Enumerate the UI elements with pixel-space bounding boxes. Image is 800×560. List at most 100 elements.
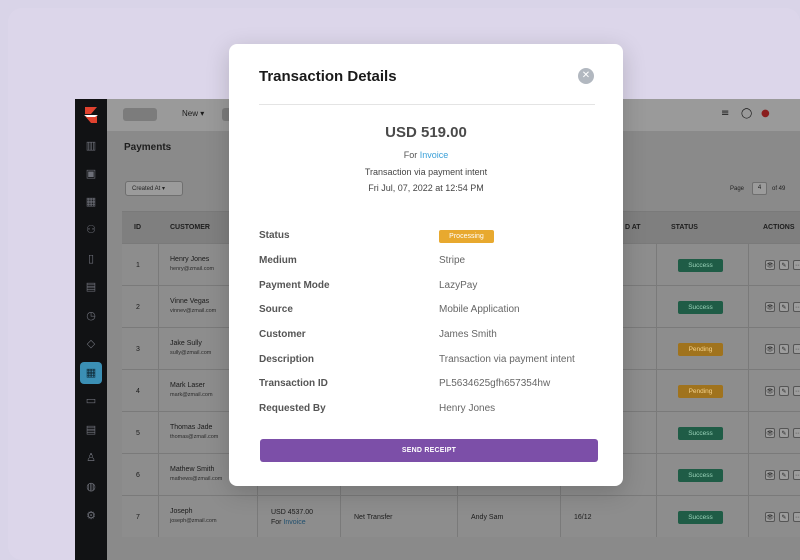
new-dropdown[interactable]: New ▾ [182,109,204,118]
edit-icon[interactable]: ✎ [779,470,789,480]
column-divider [656,286,657,327]
chart-icon[interactable]: ▥ [84,139,98,153]
header-id[interactable]: ID [134,224,141,231]
table-row[interactable]: 7 Joseph joseph@zmail.com USD 4537.00 Net Tr… [122,495,800,537]
more-icon[interactable]: ⋯ [793,428,800,438]
edit-icon[interactable]: ✎ [779,260,789,270]
edit-icon[interactable]: ✎ [779,386,789,396]
file-icon[interactable]: ▭ [84,394,98,408]
value-payment-mode: LazyPay [439,280,478,291]
view-icon[interactable]: 👁 [765,260,775,270]
page-input[interactable]: 4 [752,182,767,195]
transaction-date: Fri Jul, 07, 2022 at 12:54 PM [368,183,484,193]
edit-icon[interactable]: ✎ [779,344,789,354]
row-payment-mode: Net Transfer [354,514,393,521]
status-badge: Success [678,259,723,272]
map-icon[interactable]: ▤ [84,280,98,294]
customer-email: henry@zmail.com [170,266,215,272]
column-divider [158,412,159,453]
value-requested-by: Henry Jones [439,403,496,414]
for-prefix: For [403,150,418,160]
edit-icon[interactable]: ✎ [779,512,789,522]
status-badge: Pending [678,385,723,398]
chevron-down-icon: ▾ [162,186,166,192]
row-amount: USD 4537.00 [271,509,314,516]
page-title: Payments [124,142,172,153]
sidebar: ▥ ▣ ▦ ⚇ ▯ ▤ ◷ ◇ ▦ ▭ ▤ ♙ ◍ ⚙ [75,99,107,560]
more-icon[interactable]: ⋯ [793,470,800,480]
view-icon[interactable]: 👁 [765,302,775,312]
globe-icon[interactable]: ◍ [84,480,98,494]
row-id: 1 [136,262,140,269]
header-customer[interactable]: CUSTOMER [170,224,210,231]
status-badge: Processing [439,230,494,243]
user-icon[interactable]: ♙ [84,451,98,465]
clock-icon[interactable]: ◷ [84,309,98,323]
more-icon[interactable]: ⋯ [793,512,800,522]
created-at-filter[interactable]: Created At ▾ [125,181,183,196]
row-id: 4 [136,388,140,395]
send-receipt-button[interactable]: SEND RECEIPT [260,439,598,462]
customer-email: mathews@zmail.com [170,476,223,482]
row-invoice-link[interactable]: Invoice [283,519,305,526]
row-id: 3 [136,346,140,353]
close-icon[interactable]: ✕ [578,68,594,84]
edit-icon[interactable]: ✎ [779,428,789,438]
label-medium: Medium [259,255,297,266]
customer-name: Henry Jones [170,256,210,263]
divider [259,104,595,105]
value-medium: Stripe [439,255,466,266]
users-icon[interactable]: ⚇ [84,223,98,237]
tag-icon[interactable]: ◇ [84,337,98,351]
more-icon[interactable]: ⋯ [793,344,800,354]
briefcase-icon[interactable]: ▣ [84,167,98,181]
invoice-link[interactable]: Invoice [420,150,449,160]
label-description: Description [259,354,315,365]
view-icon[interactable]: 👁 [765,428,775,438]
settings-icon[interactable]: ⚙ [84,509,98,523]
search-box[interactable] [123,108,157,121]
chat-icon[interactable]: ◯ [741,108,752,119]
column-divider [748,496,749,537]
payments-icon[interactable]: ▦ [80,362,102,384]
header-date[interactable]: D AT [625,224,641,231]
column-divider [656,412,657,453]
view-icon[interactable]: 👁 [765,512,775,522]
column-divider [656,454,657,495]
more-icon[interactable]: ⋯ [793,260,800,270]
notification-icon[interactable]: ● [761,108,770,119]
view-icon[interactable]: 👁 [765,470,775,480]
header-status[interactable]: STATUS [671,224,698,231]
calendar-icon[interactable]: ▦ [84,195,98,209]
status-badge: Success [678,301,723,314]
row-for-prefix: For [271,519,282,526]
edit-icon[interactable]: ✎ [779,302,789,312]
column-divider [748,370,749,411]
column-divider [656,496,657,537]
logo-icon [84,107,98,123]
view-icon[interactable]: 👁 [765,386,775,396]
customer-name: Thomas Jade [170,424,213,431]
row-id: 7 [136,514,140,521]
column-divider [158,244,159,285]
column-divider [748,244,749,285]
view-icon[interactable]: 👁 [765,344,775,354]
label-transaction-id: Transaction ID [259,378,328,389]
customer-name: Jake Sully [170,340,202,347]
menu-icon[interactable]: ≡ [721,108,729,119]
more-icon[interactable]: ⋯ [793,302,800,312]
row-id: 5 [136,430,140,437]
row-id: 6 [136,472,140,479]
label-customer: Customer [259,329,306,340]
more-icon[interactable]: ⋯ [793,386,800,396]
filter-label: Created At [132,186,161,192]
printer-icon[interactable]: ▤ [84,423,98,437]
value-source: Mobile Application [439,304,520,315]
column-divider [257,496,258,537]
customer-name: Joseph [170,508,193,515]
column-divider [656,370,657,411]
column-divider [748,328,749,369]
status-badge: Pending [678,343,723,356]
customer-name: Mathew Smith [170,466,215,473]
document-icon[interactable]: ▯ [84,252,98,266]
